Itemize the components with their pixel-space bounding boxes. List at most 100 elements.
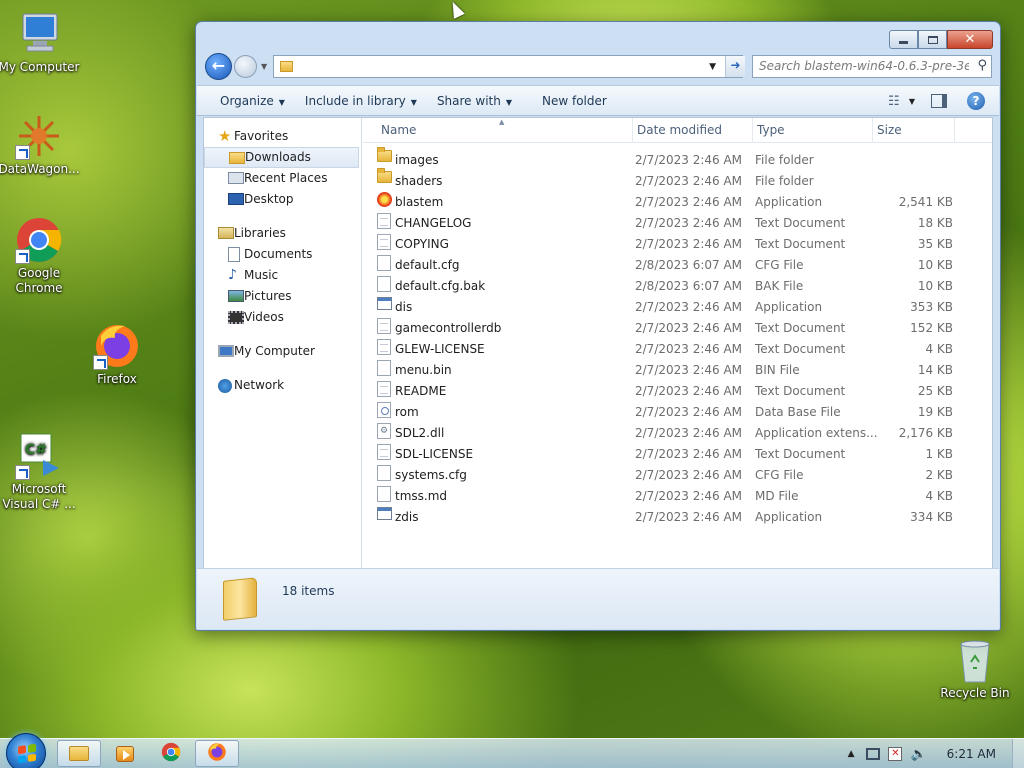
close-button[interactable]: ✕ bbox=[947, 30, 993, 49]
nav-label: Favorites bbox=[234, 129, 289, 143]
file-date-modified: 2/7/2023 2:46 AM bbox=[635, 447, 743, 461]
file-row[interactable]: dis 2/7/2023 2:46 AM Application 353 KB bbox=[363, 297, 992, 318]
file-row[interactable]: shaders 2/7/2023 2:46 AM File folder bbox=[363, 168, 992, 192]
desktop-icon-visual-csharp[interactable]: C# Microsoft Visual C# ... bbox=[0, 432, 81, 512]
action-center-icon[interactable]: ✕ bbox=[888, 747, 903, 761]
taskbar-chrome-button[interactable] bbox=[149, 740, 193, 767]
file-row[interactable]: gamecontrollerdb 2/7/2023 2:46 AM Text Doc… bbox=[363, 318, 992, 339]
minimize-button[interactable] bbox=[889, 30, 918, 49]
preview-pane-icon[interactable] bbox=[931, 94, 947, 108]
desktop-icon-label: Microsoft Visual C# ... bbox=[2, 482, 76, 511]
file-size: 18 KB bbox=[917, 216, 953, 230]
pictures-icon bbox=[228, 290, 244, 302]
taskbar-firefox-button[interactable] bbox=[195, 740, 239, 767]
network-tray-icon[interactable] bbox=[866, 748, 881, 760]
taskbar-explorer-button[interactable] bbox=[57, 740, 101, 767]
forward-button[interactable] bbox=[234, 55, 257, 78]
desktop-icon-label: Google Chrome bbox=[15, 266, 63, 295]
file-size: 10 KB bbox=[917, 279, 953, 293]
desktop-icon-datawagon[interactable]: DataWagon... bbox=[0, 112, 81, 177]
documents-icon bbox=[228, 247, 240, 262]
file-date-modified: 2/7/2023 2:46 AM bbox=[635, 195, 743, 209]
file-name: SDL-LICENSE bbox=[395, 447, 474, 461]
recent-pages-dropdown[interactable]: ▼ bbox=[261, 62, 267, 71]
file-row[interactable]: rom 2/7/2023 2:46 AM Data Base File 19 KB bbox=[363, 402, 992, 423]
file-row[interactable]: images 2/7/2023 2:46 AM File folder bbox=[363, 147, 992, 171]
column-header-date[interactable]: Date modified bbox=[633, 118, 753, 143]
nav-recent-places[interactable]: Recent Places bbox=[204, 168, 361, 189]
taskbar-media-player-button[interactable] bbox=[103, 740, 147, 767]
file-row[interactable]: CHANGELOG 2/7/2023 2:46 AM Text Document 18… bbox=[363, 213, 992, 234]
nav-music[interactable]: ♪ Music bbox=[204, 265, 361, 286]
file-date-modified: 2/7/2023 2:46 AM bbox=[635, 510, 743, 524]
cfg-icon bbox=[377, 276, 391, 292]
desktop-icon-label: Firefox bbox=[97, 372, 137, 386]
organize-menu[interactable]: Organize ▼ bbox=[210, 94, 295, 108]
maximize-button[interactable] bbox=[918, 30, 947, 49]
show-hidden-icons-icon[interactable]: ▲ bbox=[848, 749, 855, 759]
file-row[interactable]: README 2/7/2023 2:46 AM Text Document 25 KB bbox=[363, 381, 992, 402]
address-bar[interactable]: ▼ bbox=[273, 55, 743, 78]
title-bar[interactable]: ✕ bbox=[196, 22, 1000, 52]
include-in-library-menu[interactable]: Include in library ▼ bbox=[295, 94, 427, 108]
music-icon: ♪ bbox=[228, 267, 237, 283]
nav-network[interactable]: Network bbox=[204, 375, 361, 396]
desktop-icon-my-computer[interactable]: My Computer bbox=[0, 10, 81, 75]
search-box[interactable]: ⚲ bbox=[752, 55, 992, 78]
file-row[interactable]: default.cfg.bak 2/8/2023 6:07 AM BAK File 1… bbox=[363, 276, 992, 297]
desktop-icon-recycle-bin[interactable]: Recycle Bin bbox=[933, 636, 1017, 701]
nav-libraries[interactable]: Libraries bbox=[204, 223, 361, 244]
nav-my-computer[interactable]: My Computer bbox=[204, 341, 361, 362]
back-arrow-icon: ← bbox=[211, 56, 226, 75]
file-name: shaders bbox=[395, 174, 443, 188]
column-label: Type bbox=[757, 123, 785, 137]
start-button[interactable] bbox=[6, 733, 46, 768]
file-row[interactable]: default.cfg 2/8/2023 6:07 AM CFG File 10 KB bbox=[363, 255, 992, 276]
column-header-size[interactable]: Size bbox=[873, 118, 955, 143]
search-input[interactable] bbox=[759, 56, 969, 76]
desktop-icon-firefox[interactable]: Firefox bbox=[75, 322, 159, 387]
file-date-modified: 2/7/2023 2:46 AM bbox=[635, 342, 743, 356]
help-icon[interactable]: ? bbox=[967, 92, 985, 110]
column-header-type[interactable]: Type bbox=[753, 118, 873, 143]
file-name: README bbox=[395, 384, 447, 398]
nav-favorites[interactable]: ★ Favorites bbox=[204, 126, 361, 147]
file-row[interactable]: systems.cfg 2/7/2023 2:46 AM CFG File 2 KB bbox=[363, 465, 992, 486]
nav-desktop[interactable]: Desktop bbox=[204, 189, 361, 210]
file-row[interactable]: COPYING 2/7/2023 2:46 AM Text Document 35 K… bbox=[363, 234, 992, 255]
desktop-icon-chrome[interactable]: Google Chrome bbox=[0, 216, 81, 296]
address-dropdown-icon[interactable]: ▼ bbox=[709, 62, 716, 72]
file-row[interactable]: zdis 2/7/2023 2:46 AM Application 334 KB bbox=[363, 507, 992, 528]
back-button[interactable]: ← bbox=[205, 53, 232, 80]
column-header-name[interactable]: Name ▲ bbox=[377, 118, 633, 143]
address-input[interactable] bbox=[293, 56, 710, 77]
downloads-folder-icon bbox=[229, 152, 245, 164]
new-folder-button[interactable]: New folder bbox=[532, 94, 617, 108]
file-row[interactable]: SDL2.dll 2/7/2023 2:46 AM Application exte… bbox=[363, 423, 992, 444]
file-name: gamecontrollerdb bbox=[395, 321, 502, 335]
file-row[interactable]: menu.bin 2/7/2023 2:46 AM BIN File 14 KB bbox=[363, 360, 992, 381]
file-row[interactable]: SDL-LICENSE 2/7/2023 2:46 AM Text Document… bbox=[363, 444, 992, 465]
show-desktop-button[interactable] bbox=[1012, 739, 1024, 768]
search-icon[interactable]: ⚲ bbox=[977, 58, 987, 73]
nav-documents[interactable]: Documents bbox=[204, 244, 361, 265]
file-row[interactable]: blastem 2/7/2023 2:46 AM Application 2,541 … bbox=[363, 192, 992, 213]
sort-up-icon: ▲ bbox=[499, 118, 505, 126]
file-row[interactable]: GLEW-LICENSE 2/7/2023 2:46 AM Text Documen… bbox=[363, 339, 992, 360]
nav-downloads[interactable]: Downloads bbox=[204, 147, 359, 168]
nav-videos[interactable]: Videos bbox=[204, 307, 361, 328]
file-date-modified: 2/7/2023 2:46 AM bbox=[635, 363, 743, 377]
file-row[interactable]: tmss.md 2/7/2023 2:46 AM MD File 4 KB bbox=[363, 486, 992, 507]
close-icon: ✕ bbox=[964, 32, 976, 47]
view-options-icon[interactable]: ☷ bbox=[879, 94, 909, 109]
volume-icon[interactable]: 🔈 bbox=[910, 747, 926, 762]
file-name: COPYING bbox=[395, 237, 449, 251]
file-type: Application extens... bbox=[755, 426, 878, 440]
view-dropdown-icon[interactable]: ▼ bbox=[909, 97, 915, 106]
nav-pictures[interactable]: Pictures bbox=[204, 286, 361, 307]
desktop-icon-label: Recycle Bin bbox=[940, 686, 1010, 700]
clock[interactable]: 6:21 AM bbox=[947, 747, 996, 761]
go-button[interactable]: ➜ bbox=[725, 56, 745, 77]
share-with-menu[interactable]: Share with ▼ bbox=[427, 94, 522, 108]
share-with-label: Share with bbox=[436, 93, 501, 108]
